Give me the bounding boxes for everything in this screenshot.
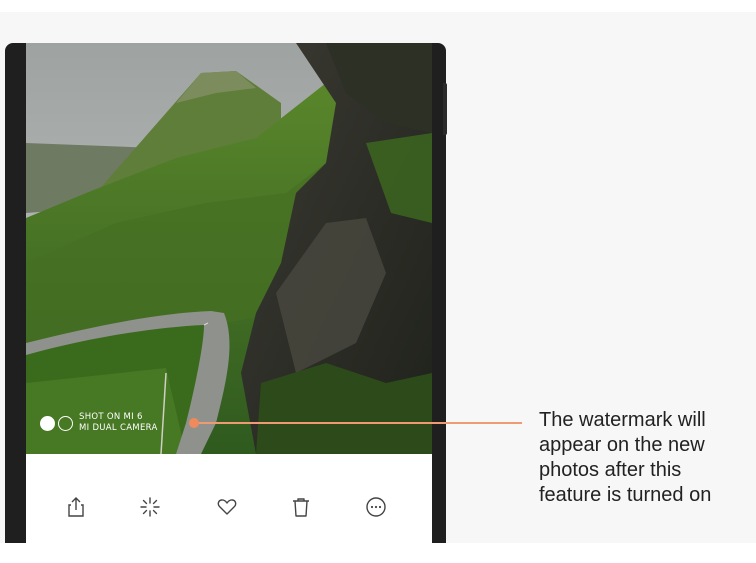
callout-line-1: The watermark will <box>539 409 706 431</box>
favorite-button[interactable] <box>214 494 240 520</box>
photo-toolbar <box>26 454 432 543</box>
phone-side-button <box>443 83 447 135</box>
landscape-photo: SHOT ON MI 6 MI DUAL CAMERA <box>26 43 432 454</box>
edit-button[interactable] <box>137 494 163 520</box>
callout-line-4: feature is turned on <box>539 484 712 506</box>
more-icon <box>366 497 386 517</box>
share-button[interactable] <box>63 494 89 520</box>
phone-screen: SHOT ON MI 6 MI DUAL CAMERA <box>26 43 432 543</box>
stage: SHOT ON MI 6 MI DUAL CAMERA The watermar… <box>0 0 756 563</box>
edit-sparkle-icon <box>140 497 160 517</box>
watermark-filled-circle-icon <box>40 415 55 431</box>
callout-line <box>194 422 522 424</box>
callout-line-3: photos after this <box>539 459 682 481</box>
share-icon <box>68 497 84 517</box>
landscape-photo-image <box>26 43 432 454</box>
watermark-line-1: SHOT ON MI 6 <box>79 412 143 422</box>
watermark-outline-circle-icon <box>58 415 73 431</box>
trash-icon <box>293 498 309 517</box>
heart-icon <box>217 499 237 515</box>
more-button[interactable] <box>363 494 389 520</box>
callout-dot <box>189 418 199 428</box>
watermark-text: SHOT ON MI 6 MI DUAL CAMERA <box>79 412 158 434</box>
watermark-line-2: MI DUAL CAMERA <box>79 423 158 433</box>
callout-line-2: appear on the new <box>539 434 705 456</box>
watermark-logo <box>40 415 73 431</box>
photo-watermark: SHOT ON MI 6 MI DUAL CAMERA <box>40 412 158 434</box>
callout-text: The watermark will appear on the new pho… <box>539 408 754 508</box>
phone-frame: SHOT ON MI 6 MI DUAL CAMERA <box>5 43 446 543</box>
delete-button[interactable] <box>288 494 314 520</box>
